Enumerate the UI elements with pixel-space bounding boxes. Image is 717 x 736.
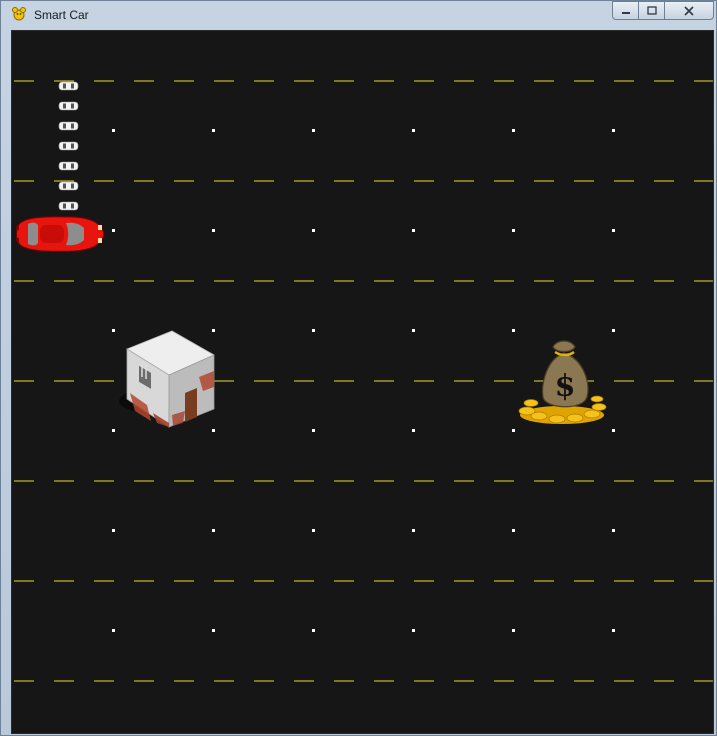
grid-marker bbox=[212, 229, 215, 232]
grid-marker bbox=[212, 129, 215, 132]
grid-marker bbox=[412, 329, 415, 332]
grid-marker bbox=[112, 629, 115, 632]
grid-marker bbox=[312, 329, 315, 332]
close-icon bbox=[684, 5, 694, 16]
minimize-button[interactable] bbox=[612, 1, 639, 20]
money-bag-icon: $ bbox=[518, 340, 607, 424]
app-icon bbox=[12, 7, 26, 21]
spare-car-icon bbox=[58, 121, 79, 131]
grid-marker bbox=[112, 329, 115, 332]
window-title: Smart Car bbox=[34, 8, 89, 22]
grid-marker bbox=[112, 429, 115, 432]
grid-marker bbox=[412, 529, 415, 532]
game-window: Smart Car $ bbox=[0, 0, 717, 736]
grid-marker bbox=[512, 229, 515, 232]
game-board[interactable]: $ bbox=[11, 30, 714, 734]
spare-car-icon bbox=[58, 161, 79, 171]
grid-marker bbox=[312, 129, 315, 132]
grid-marker bbox=[212, 329, 215, 332]
grid-marker bbox=[612, 629, 615, 632]
grid-marker bbox=[112, 529, 115, 532]
grid-marker bbox=[512, 529, 515, 532]
grid-marker bbox=[312, 529, 315, 532]
grid-marker bbox=[512, 129, 515, 132]
title-bar[interactable]: Smart Car bbox=[1, 1, 716, 30]
house-icon bbox=[119, 330, 215, 428]
grid-marker bbox=[412, 229, 415, 232]
grid-marker bbox=[212, 529, 215, 532]
spare-car-icon bbox=[58, 201, 79, 211]
grid-marker bbox=[112, 129, 115, 132]
close-button[interactable] bbox=[664, 1, 714, 20]
grid-marker bbox=[212, 429, 215, 432]
red-car-icon[interactable] bbox=[16, 216, 105, 252]
grid-marker bbox=[112, 229, 115, 232]
grid-marker bbox=[512, 429, 515, 432]
spare-car-icon bbox=[58, 141, 79, 151]
grid-marker bbox=[612, 329, 615, 332]
grid-marker bbox=[312, 429, 315, 432]
grid-marker bbox=[612, 129, 615, 132]
lane-lines bbox=[14, 80, 713, 682]
board-canvas[interactable]: $ bbox=[12, 31, 714, 734]
grid-marker bbox=[512, 329, 515, 332]
remaining-cars bbox=[58, 81, 79, 211]
grid-marker bbox=[612, 429, 615, 432]
grid-marker bbox=[312, 229, 315, 232]
maximize-icon bbox=[646, 6, 657, 15]
grid-marker bbox=[412, 129, 415, 132]
grid-marker bbox=[212, 629, 215, 632]
grid-marker bbox=[512, 629, 515, 632]
grid-marker bbox=[612, 229, 615, 232]
grid-marker bbox=[312, 629, 315, 632]
maximize-button[interactable] bbox=[638, 1, 665, 20]
grid-marker bbox=[612, 529, 615, 532]
spare-car-icon bbox=[58, 181, 79, 191]
spare-car-icon bbox=[58, 81, 79, 91]
minimize-icon bbox=[621, 11, 630, 14]
dollar-sign: $ bbox=[555, 369, 576, 404]
grid-marker bbox=[412, 629, 415, 632]
spare-car-icon bbox=[58, 101, 79, 111]
grid-marker bbox=[412, 429, 415, 432]
